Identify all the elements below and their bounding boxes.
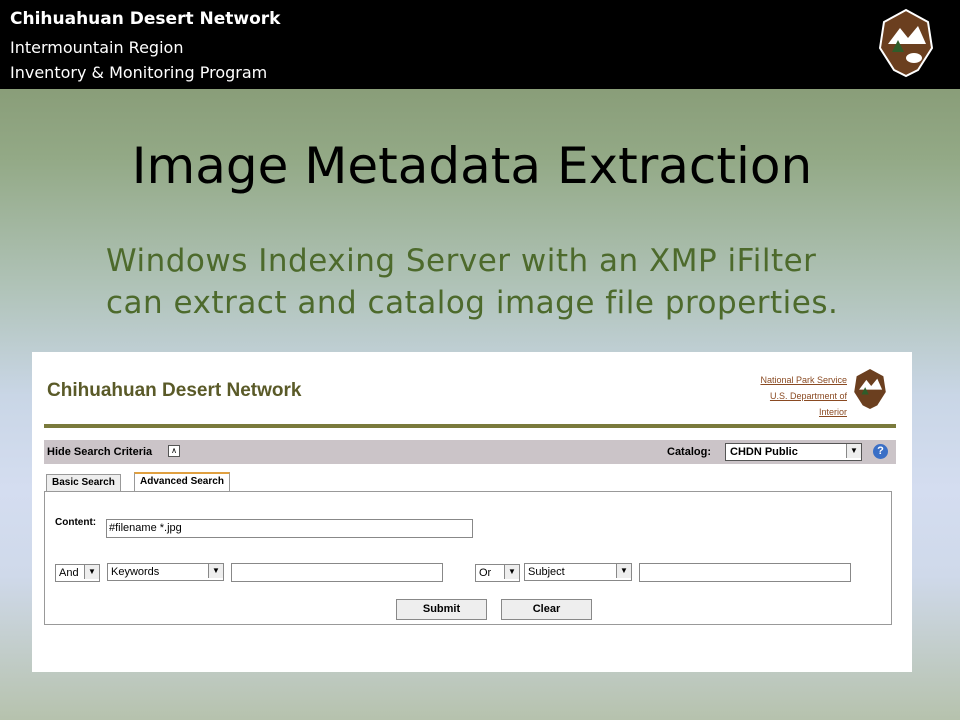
hide-criteria-link[interactable]: Hide Search Criteria	[47, 446, 152, 458]
catalog-value: CHDN Public	[730, 446, 798, 458]
submit-button[interactable]: Submit	[396, 599, 487, 620]
field-value-1: Keywords	[111, 566, 160, 578]
field-select-1[interactable]: Keywords ▼	[107, 563, 224, 581]
chevron-down-icon[interactable]: ▼	[504, 565, 519, 579]
content-input-value: #filename *.jpg	[109, 522, 182, 534]
operator-select-2[interactable]: Or ▼	[475, 564, 520, 582]
collapse-icon[interactable]: ∧	[168, 445, 180, 457]
value-input-2[interactable]	[639, 563, 851, 582]
nps-links: National Park Service U.S. Department of…	[760, 372, 847, 420]
chevron-down-icon[interactable]: ▼	[616, 564, 631, 578]
content-label: Content:	[55, 517, 97, 528]
chevron-down-icon[interactable]: ▼	[208, 564, 223, 578]
slide-subtitle: Windows Indexing Server with an XMP iFil…	[106, 243, 839, 321]
site-title: Chihuahuan Desert Network	[47, 380, 302, 401]
chevron-down-icon[interactable]: ▼	[84, 565, 99, 579]
operator-select-1[interactable]: And ▼	[55, 564, 100, 582]
banner-org-name: Chihuahuan Desert Network	[10, 9, 281, 29]
value-input-1[interactable]	[231, 563, 443, 582]
clear-button[interactable]: Clear	[501, 599, 592, 620]
field-select-2[interactable]: Subject ▼	[524, 563, 632, 581]
catalog-select[interactable]: CHDN Public ▼	[725, 443, 862, 461]
slide-title: Image Metadata Extraction	[131, 137, 813, 195]
banner-region: Intermountain Region	[10, 38, 184, 57]
catalog-label: Catalog:	[667, 446, 711, 458]
banner-program: Inventory & Monitoring Program	[10, 63, 268, 82]
top-banner: Chihuahuan Desert Network Intermountain …	[0, 0, 960, 89]
chevron-down-icon[interactable]: ▼	[846, 444, 861, 458]
operator-value-2: Or	[479, 567, 492, 579]
header-divider	[44, 424, 896, 428]
arrowhead-mini-logo-icon	[854, 368, 886, 410]
link-interior[interactable]: Interior	[760, 404, 847, 420]
arrowhead-logo-icon	[878, 8, 934, 78]
help-icon[interactable]: ?	[873, 444, 888, 459]
link-nps[interactable]: National Park Service	[760, 372, 847, 388]
advanced-search-panel: Content: #filename *.jpg And ▼ Keywords …	[44, 491, 892, 625]
field-value-2: Subject	[528, 566, 565, 578]
link-doi[interactable]: U.S. Department of	[760, 388, 847, 404]
criteria-bar: Hide Search Criteria ∧ Catalog: CHDN Pub…	[44, 440, 896, 464]
content-input[interactable]: #filename *.jpg	[106, 519, 473, 538]
operator-value-1: And	[59, 567, 79, 579]
search-page-screenshot: Chihuahuan Desert Network National Park …	[32, 352, 912, 672]
